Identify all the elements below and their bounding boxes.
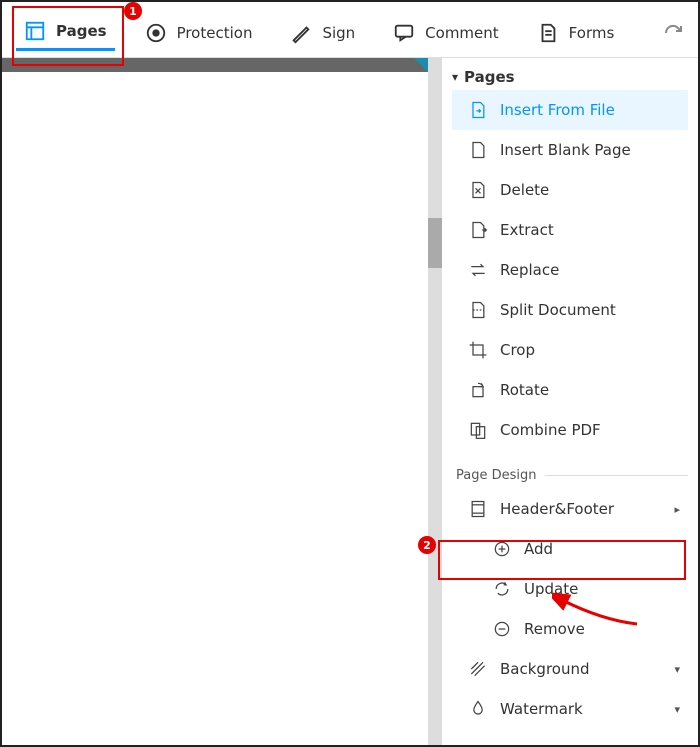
panel-header[interactable]: ▾ Pages (452, 68, 688, 86)
add-label: Add (524, 540, 553, 558)
scrollbar[interactable] (428, 58, 442, 745)
extract-icon (468, 220, 488, 240)
background-label: Background (500, 660, 590, 678)
tab-protection[interactable]: Protection (137, 16, 261, 50)
tab-sign-label: Sign (322, 24, 355, 42)
replace-label: Replace (500, 261, 559, 279)
update-icon (492, 579, 512, 599)
redo-button[interactable] (660, 19, 684, 47)
pages-icon (24, 20, 46, 42)
chevron-right-icon: ▸ (674, 503, 680, 516)
rotate-page[interactable]: Rotate (452, 370, 688, 410)
sign-icon (290, 22, 312, 44)
add-icon (492, 539, 512, 559)
header-footer-icon (468, 499, 488, 519)
extract-page[interactable]: Extract (452, 210, 688, 250)
forms-icon (537, 22, 559, 44)
header-footer-remove[interactable]: Remove (452, 609, 688, 649)
watermark-label: Watermark (500, 700, 583, 718)
insert-from-file[interactable]: Insert From File (452, 90, 688, 130)
comment-icon (393, 22, 415, 44)
insert-from-file-label: Insert From File (500, 101, 615, 119)
background[interactable]: Background ▾ (452, 649, 688, 689)
combine-label: Combine PDF (500, 421, 601, 439)
tab-comment[interactable]: Comment (385, 16, 507, 50)
document-area (2, 58, 428, 745)
protection-icon (145, 22, 167, 44)
watermark[interactable]: Watermark ▾ (452, 689, 688, 729)
header-footer[interactable]: Header&Footer ▸ (452, 489, 688, 529)
chevron-down-icon: ▾ (452, 70, 458, 84)
header-footer-add[interactable]: Add (452, 529, 688, 569)
blank-page-icon (468, 140, 488, 160)
crop-label: Crop (500, 341, 535, 359)
chevron-down-icon: ▾ (674, 703, 680, 716)
replace-page[interactable]: Replace (452, 250, 688, 290)
pages-side-panel: ▾ Pages Insert From File Insert Blank Pa… (442, 58, 698, 745)
insert-blank-page[interactable]: Insert Blank Page (452, 130, 688, 170)
tab-forms-label: Forms (569, 24, 615, 42)
tab-sign[interactable]: Sign (282, 16, 363, 50)
tab-comment-label: Comment (425, 24, 499, 42)
remove-icon (492, 619, 512, 639)
delete-page[interactable]: Delete (452, 170, 688, 210)
replace-icon (468, 260, 488, 280)
crop-icon (468, 340, 488, 360)
document-tab-bar[interactable] (2, 58, 428, 72)
rotate-label: Rotate (500, 381, 549, 399)
tab-pages[interactable]: Pages (16, 14, 115, 51)
combine-pdf[interactable]: Combine PDF (452, 410, 688, 450)
rotate-icon (468, 380, 488, 400)
file-arrow-icon (468, 100, 488, 120)
delete-icon (468, 180, 488, 200)
header-footer-update[interactable]: Update (452, 569, 688, 609)
split-icon (468, 300, 488, 320)
combine-icon (468, 420, 488, 440)
update-label: Update (524, 580, 578, 598)
split-label: Split Document (500, 301, 616, 319)
panel-title: Pages (464, 68, 515, 86)
extract-label: Extract (500, 221, 554, 239)
tab-forms[interactable]: Forms (529, 16, 623, 50)
insert-blank-label: Insert Blank Page (500, 141, 631, 159)
remove-label: Remove (524, 620, 585, 638)
tab-protection-label: Protection (177, 24, 253, 42)
delete-label: Delete (500, 181, 549, 199)
scroll-thumb[interactable] (428, 218, 442, 268)
crop-page[interactable]: Crop (452, 330, 688, 370)
top-toolbar: Pages Protection Sign Comment Forms (2, 2, 698, 58)
chevron-down-icon: ▾ (674, 663, 680, 676)
redo-icon (660, 19, 684, 43)
split-document[interactable]: Split Document (452, 290, 688, 330)
background-icon (468, 659, 488, 679)
watermark-icon (468, 699, 488, 719)
page-design-label: Page Design (456, 468, 537, 483)
tab-pages-label: Pages (56, 22, 107, 40)
header-footer-label: Header&Footer (500, 500, 614, 518)
page-design-section: Page Design (452, 450, 688, 489)
